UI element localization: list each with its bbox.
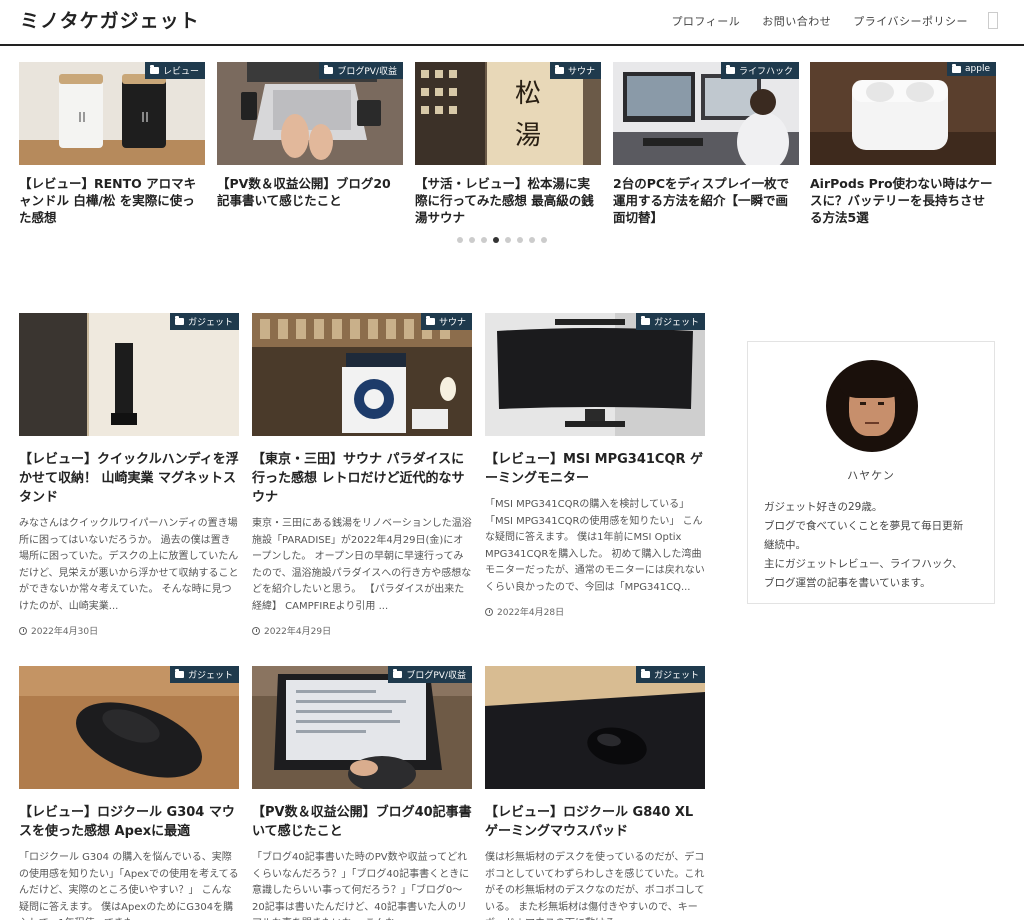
- carousel-thumbnail[interactable]: ライフハック: [613, 62, 799, 165]
- post-date: 2022年4月28日: [485, 605, 705, 618]
- category-badge[interactable]: ガジェット: [635, 666, 705, 683]
- carousel-thumbnail[interactable]: 松 湯 サウナ: [415, 62, 601, 165]
- post-thumbnail[interactable]: サウナ: [252, 313, 472, 436]
- clock-icon: [485, 607, 493, 616]
- airpods-image: [810, 62, 996, 165]
- site-title[interactable]: ミノタケガジェット: [20, 6, 200, 33]
- carousel-title[interactable]: 【レビュー】RENTO アロマキャンドル 白樺/松 を実際に使った感想: [19, 175, 205, 226]
- post-title[interactable]: 【レビュー】MSI MPG341CQR ゲーミングモニター: [485, 450, 705, 488]
- carousel-dot[interactable]: [529, 237, 535, 243]
- category-badge[interactable]: apple: [947, 62, 996, 76]
- category-badge[interactable]: ブログPV/収益: [319, 62, 403, 79]
- carousel-item[interactable]: 松 湯 サウナ 【サ活・レビュー】松本湯に実際に行ってみた感想 最高級の銭湯サウ…: [415, 62, 601, 226]
- post-card[interactable]: ガジェット 【レビュー】ロジクール G840 XLゲーミングマウスパッド 僕は杉…: [485, 666, 705, 920]
- post-card[interactable]: ブログPV/収益 【PV数＆収益公開】ブログ40記事書いて感じたこと 「ブログ4…: [252, 666, 472, 920]
- category-badge[interactable]: ブログPV/収益: [388, 666, 472, 683]
- profile-widget: ハヤケン ガジェット好きの29歳。 ブログで食べていくことを夢見て毎日更新 継続…: [747, 341, 995, 604]
- carousel-item[interactable]: レビュー 【レビュー】RENTO アロマキャンドル 白樺/松 を実際に使った感想: [19, 62, 205, 226]
- svg-text:湯: 湯: [515, 121, 541, 151]
- laptop-typing-image: [252, 666, 472, 789]
- folder-icon: [149, 65, 159, 74]
- carousel-title[interactable]: 【サ活・レビュー】松本湯に実際に行ってみた感想 最高級の銭湯サウナ: [415, 175, 601, 226]
- carousel-dots: [457, 237, 553, 243]
- clock-icon: [19, 626, 27, 635]
- category-badge[interactable]: ガジェット: [169, 313, 239, 330]
- post-title[interactable]: 【レビュー】ロジクール G840 XLゲーミングマウスパッド: [485, 803, 705, 841]
- folder-icon: [640, 669, 650, 678]
- post-title[interactable]: 【レビュー】ロジクール G304 マウスを使った感想 Apexに最適: [19, 803, 239, 841]
- carousel-dot[interactable]: [517, 237, 523, 243]
- main-nav: プロフィール お問い合わせ プライバシーポリシー: [649, 12, 998, 29]
- carousel-dot[interactable]: [481, 237, 487, 243]
- category-badge[interactable]: ガジェット: [169, 666, 239, 683]
- profile-name: ハヤケン: [847, 469, 895, 482]
- nav-privacy[interactable]: プライバシーポリシー: [853, 13, 968, 29]
- post-card[interactable]: ガジェット 【レビュー】ロジクール G304 マウスを使った感想 Apexに最適…: [19, 666, 239, 920]
- carousel-item[interactable]: ブログPV/収益 【PV数＆収益公開】ブログ20記事書いて感じたこと: [217, 62, 403, 209]
- paradise-image: [252, 313, 472, 436]
- site-header: ミノタケガジェット プロフィール お問い合わせ プライバシーポリシー: [0, 0, 1024, 46]
- category-badge[interactable]: ガジェット: [635, 313, 705, 330]
- folder-icon: [174, 316, 184, 325]
- svg-text:松: 松: [515, 79, 541, 109]
- post-title[interactable]: 【PV数＆収益公開】ブログ40記事書いて感じたこと: [252, 803, 472, 841]
- carousel-dot[interactable]: [493, 237, 499, 243]
- post-excerpt: 僕は杉無垢材のデスクを使っているのだが、デコボコとしていてわずらわしさを感じてい…: [485, 852, 705, 920]
- mousepad-image: [485, 666, 705, 789]
- folder-icon: [324, 65, 334, 74]
- monitor-image: [485, 313, 705, 436]
- profile-bio: ガジェット好きの29歳。 ブログで食べていくことを夢見て毎日更新 継続中。 主に…: [764, 501, 964, 589]
- search-icon[interactable]: [988, 12, 998, 29]
- nav-contact[interactable]: お問い合わせ: [762, 13, 831, 29]
- clock-icon: [252, 626, 260, 635]
- category-badge[interactable]: レビュー: [144, 62, 205, 79]
- carousel-dot[interactable]: [469, 237, 475, 243]
- carousel-item[interactable]: ライフハック 2台のPCをディスプレイ一枚で運用する方法を紹介【一瞬で画面切替】: [613, 62, 799, 226]
- carousel-thumbnail[interactable]: レビュー: [19, 62, 205, 165]
- post-card[interactable]: サウナ 【東京・三田】サウナ パラダイスに行った感想 レトロだけど近代的なサウナ…: [252, 313, 472, 637]
- nav-profile[interactable]: プロフィール: [671, 13, 740, 29]
- carousel-dot[interactable]: [457, 237, 463, 243]
- post-card[interactable]: ガジェット 【レビュー】クイックルハンディを浮かせて収納！ 山崎実業 マグネット…: [19, 313, 239, 637]
- carousel-thumbnail[interactable]: ブログPV/収益: [217, 62, 403, 165]
- post-thumbnail[interactable]: ガジェット: [485, 313, 705, 436]
- carousel-title[interactable]: 【PV数＆収益公開】ブログ20記事書いて感じたこと: [217, 175, 403, 209]
- folder-icon: [725, 65, 735, 74]
- post-excerpt: 東京・三田にある銭湯をリノベーションした温浴施設「PARADISE」が2022年…: [252, 518, 472, 612]
- avatar: [826, 360, 918, 452]
- folder-icon: [554, 65, 564, 74]
- post-date: 2022年4月29日: [252, 624, 472, 637]
- carousel-title[interactable]: AirPods Pro使わない時はケースに？バッテリーを長持ちさせる方法5選: [810, 175, 996, 226]
- post-excerpt: 「ロジクール G304 の購入を悩んでいる、実際の使用感を知りたい」「Apexで…: [19, 852, 239, 920]
- featured-carousel: レビュー 【レビュー】RENTO アロマキャンドル 白樺/松 を実際に使った感想…: [0, 62, 1024, 252]
- folder-icon: [640, 316, 650, 325]
- folder-icon: [174, 669, 184, 678]
- mouse-image: [19, 666, 239, 789]
- post-excerpt: 「ブログ40記事書いた時のPV数や収益ってどれくらいなんだろう？」「ブログ40記…: [252, 852, 470, 920]
- post-card[interactable]: ガジェット 【レビュー】MSI MPG341CQR ゲーミングモニター 「MSI…: [485, 313, 705, 618]
- post-thumbnail[interactable]: ガジェット: [485, 666, 705, 789]
- folder-icon: [952, 63, 962, 73]
- carousel-title[interactable]: 2台のPCをディスプレイ一枚で運用する方法を紹介【一瞬で画面切替】: [613, 175, 799, 226]
- post-excerpt: みなさんはクイックルワイパーハンディの置き場所に困ってはいないだろうか。 過去の…: [19, 518, 239, 612]
- carousel-thumbnail[interactable]: apple: [810, 62, 996, 165]
- category-badge[interactable]: サウナ: [420, 313, 472, 330]
- handy-stand-image: [19, 313, 239, 436]
- folder-icon: [425, 316, 435, 325]
- post-thumbnail[interactable]: ブログPV/収益: [252, 666, 472, 789]
- post-date: 2022年4月30日: [19, 624, 239, 637]
- post-title[interactable]: 【東京・三田】サウナ パラダイスに行った感想 レトロだけど近代的なサウナ: [252, 450, 472, 507]
- folder-icon: [393, 669, 403, 678]
- carousel-dot[interactable]: [541, 237, 547, 243]
- category-badge[interactable]: ライフハック: [720, 62, 799, 79]
- post-title[interactable]: 【レビュー】クイックルハンディを浮かせて収納！ 山崎実業 マグネットスタンド: [19, 450, 239, 507]
- post-thumbnail[interactable]: ガジェット: [19, 666, 239, 789]
- category-badge[interactable]: サウナ: [549, 62, 601, 79]
- post-excerpt: 「MSI MPG341CQRの購入を検討している」「MSI MPG341CQRの…: [485, 499, 705, 593]
- carousel-item[interactable]: apple AirPods Pro使わない時はケースに？バッテリーを長持ちさせる…: [810, 62, 996, 226]
- post-thumbnail[interactable]: ガジェット: [19, 313, 239, 436]
- carousel-dot[interactable]: [505, 237, 511, 243]
